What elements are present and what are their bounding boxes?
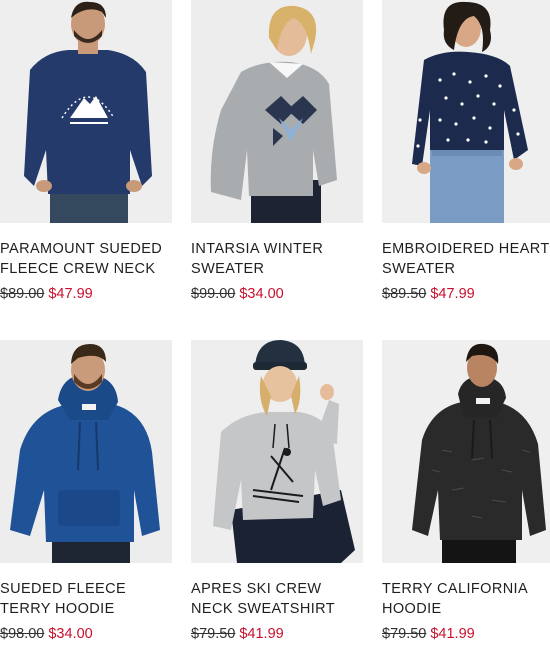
- product-image[interactable]: [0, 340, 172, 563]
- original-price: $79.50: [382, 626, 427, 642]
- product-price: $89.50 $47.99: [382, 284, 475, 304]
- product-price: $99.00 $34.00: [191, 284, 284, 304]
- sale-price: $41.99: [239, 626, 284, 642]
- product-price: $98.00 $34.00: [0, 624, 93, 644]
- original-price: $89.00: [0, 286, 45, 302]
- product-image[interactable]: [191, 340, 363, 563]
- sale-price: $47.99: [430, 286, 475, 302]
- sale-price: $34.00: [48, 626, 93, 642]
- product-price: $79.50 $41.99: [191, 624, 284, 644]
- original-price: $98.00: [0, 626, 45, 642]
- product-name[interactable]: TERRY CALIFORNIA HOODIE: [382, 579, 550, 619]
- original-price: $89.50: [382, 286, 427, 302]
- sale-price: $41.99: [430, 626, 475, 642]
- original-price: $99.00: [191, 286, 236, 302]
- product-image[interactable]: [382, 340, 550, 563]
- product-name[interactable]: EMBROIDERED HEART SWEATER: [382, 239, 550, 279]
- product-image[interactable]: [382, 0, 550, 223]
- sale-price: $47.99: [48, 286, 93, 302]
- product-name[interactable]: SUEDED FLEECE TERRY HOODIE: [0, 579, 172, 619]
- product-image[interactable]: [0, 0, 172, 223]
- original-price: $79.50: [191, 626, 236, 642]
- product-name[interactable]: PARAMOUNT SUEDED FLEECE CREW NECK: [0, 239, 172, 279]
- product-image[interactable]: [191, 0, 363, 223]
- sale-price: $34.00: [239, 286, 284, 302]
- product-price: $89.00 $47.99: [0, 284, 93, 304]
- product-price: $79.50 $41.99: [382, 624, 475, 644]
- product-name[interactable]: INTARSIA WINTER SWEATER: [191, 239, 363, 279]
- product-name[interactable]: APRES SKI CREW NECK SWEATSHIRT: [191, 579, 363, 619]
